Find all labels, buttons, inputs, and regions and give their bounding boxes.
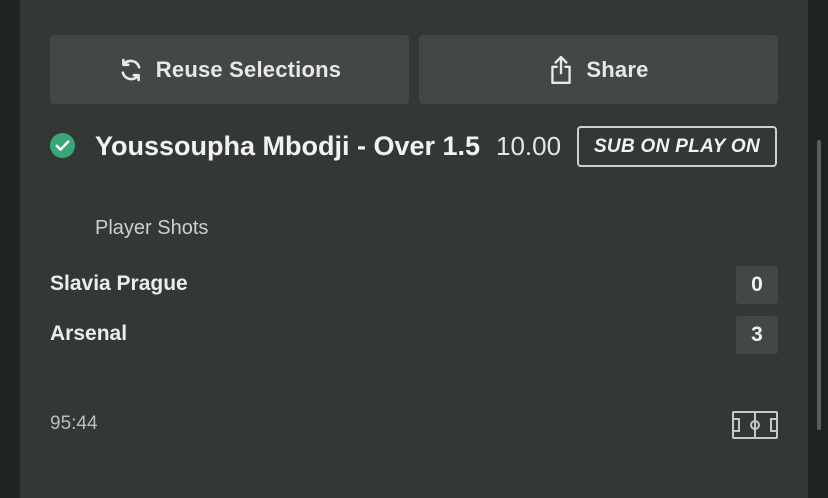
pitch-icon[interactable] bbox=[732, 411, 778, 439]
refresh-icon bbox=[118, 57, 144, 83]
match-clock: 95:44 bbox=[50, 413, 98, 434]
share-button[interactable]: Share bbox=[419, 35, 778, 104]
share-label: Share bbox=[586, 56, 649, 82]
share-icon bbox=[548, 55, 574, 85]
selection-title: Youssoupha Mbodji - Over 1.5 bbox=[95, 131, 481, 161]
away-team-name: Arsenal bbox=[50, 322, 128, 345]
home-team-name: Slavia Prague bbox=[50, 272, 188, 295]
bet-card: Reuse Selections Share Youssoupha Mbodji… bbox=[20, 0, 808, 498]
scrollbar[interactable] bbox=[817, 140, 821, 430]
check-circle-icon bbox=[50, 133, 75, 158]
reuse-selections-label: Reuse Selections bbox=[155, 56, 342, 82]
reuse-selections-button[interactable]: Reuse Selections bbox=[50, 35, 409, 104]
sub-on-play-on-badge: SUB ON PLAY ON bbox=[577, 126, 777, 167]
market-name: Player Shots bbox=[95, 217, 209, 239]
odds-value: 10.00 bbox=[496, 131, 562, 161]
home-team-score: 0 bbox=[736, 266, 778, 304]
away-team-score: 3 bbox=[736, 316, 778, 354]
